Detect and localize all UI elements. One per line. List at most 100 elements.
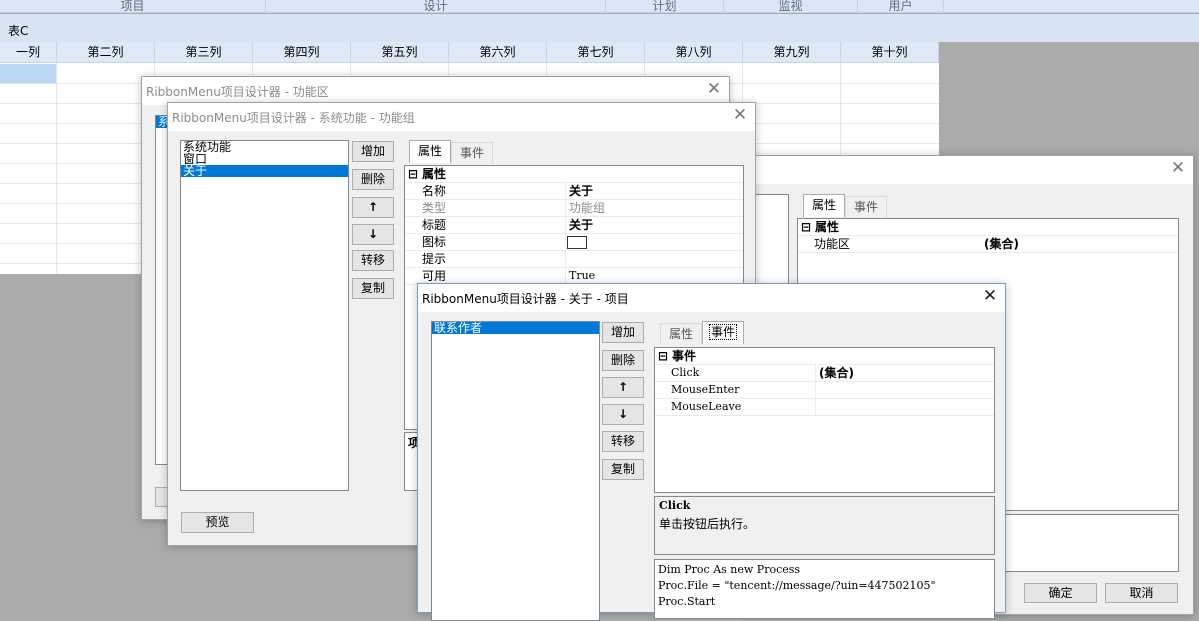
ribbon-group-user[interactable]: 用户 — [858, 0, 944, 13]
event-row[interactable]: MouseLeave — [655, 399, 994, 416]
group-listbox[interactable]: 系统功能 窗口 关于 — [180, 140, 349, 491]
move-down-button[interactable]: ↓ — [602, 404, 644, 425]
delete-button[interactable]: 删除 — [352, 169, 394, 190]
property-category[interactable]: ⊟ 属性 — [405, 166, 743, 183]
window-titlebar[interactable]: RibbonMenu项目设计器 - 系统功能 - 功能组 ✕ — [168, 103, 755, 131]
icon-preview-swatch[interactable] — [567, 236, 587, 249]
tab-events[interactable]: 事件 — [845, 196, 887, 218]
selected-cell[interactable] — [0, 64, 56, 83]
column-divider — [815, 365, 816, 416]
tab-events-label: 事件 — [708, 324, 737, 340]
property-row[interactable]: 功能区 (集合) — [798, 236, 1178, 253]
copy-button[interactable]: 复制 — [602, 459, 644, 480]
add-button[interactable]: 增加 — [352, 141, 394, 162]
property-name: 标题 — [422, 218, 447, 232]
property-row[interactable]: 标题 关于 — [405, 217, 743, 234]
code-line[interactable]: Dim Proc As new Process — [658, 562, 800, 578]
column-header[interactable]: 第四列 — [253, 42, 351, 63]
property-value[interactable]: 关于 — [569, 217, 593, 233]
tab-events[interactable]: 事件 — [702, 321, 744, 344]
description-text: 单击按钮后执行。 — [659, 517, 756, 531]
column-header[interactable]: 第五列 — [351, 42, 449, 63]
event-value[interactable]: (集合) — [819, 365, 854, 381]
event-name: Click — [671, 366, 700, 379]
property-name: 可用 — [422, 269, 447, 283]
property-value[interactable]: (集合) — [984, 236, 1019, 252]
event-row[interactable]: Click (集合) — [655, 365, 994, 382]
sheet-tab[interactable]: 表C — [8, 22, 28, 39]
column-header[interactable]: 第十列 — [841, 42, 939, 63]
list-item-selected[interactable]: 关于 — [181, 165, 348, 177]
window-titlebar[interactable]: ✕ — [741, 156, 1193, 184]
column-header[interactable]: 第九列 — [743, 42, 841, 63]
column-header[interactable]: 第三列 — [155, 42, 253, 63]
tab-properties[interactable]: 属性 — [409, 140, 451, 163]
item-designer-window[interactable]: RibbonMenu项目设计器 - 关于 - 项目 ✕ 联系作者 增加 删除 ↑… — [417, 283, 1006, 621]
code-line[interactable]: Proc.Start — [658, 594, 715, 610]
ribbon-group-strip: 项目 设计 计划 监视 用户 — [0, 0, 1199, 13]
code-line[interactable]: Proc.File = "tencent://message/?uin=4475… — [658, 578, 936, 594]
collapse-icon[interactable]: ⊟ — [408, 166, 418, 182]
property-name: 提示 — [422, 252, 447, 266]
property-name: 类型 — [422, 201, 447, 215]
delete-button[interactable]: 删除 — [602, 350, 644, 371]
ok-button[interactable]: 确定 — [1024, 583, 1097, 603]
property-name: 图标 — [422, 235, 447, 249]
property-value[interactable]: 关于 — [569, 183, 593, 199]
window-titlebar[interactable]: RibbonMenu项目设计器 - 关于 - 项目 ✕ — [418, 284, 1005, 312]
move-up-button[interactable]: ↑ — [602, 377, 644, 398]
transfer-button[interactable]: 转移 — [352, 250, 394, 271]
sheet-tab-bar: 表C — [0, 14, 1199, 42]
move-down-button[interactable]: ↓ — [352, 224, 394, 245]
grid-line — [56, 63, 57, 274]
ribbon-group-design[interactable]: 设计 — [266, 0, 606, 13]
tab-properties[interactable]: 属性 — [660, 323, 702, 345]
copy-button[interactable]: 复制 — [352, 278, 394, 299]
property-row[interactable]: 名称 关于 — [405, 183, 743, 200]
ribbon-group-project[interactable]: 项目 — [0, 0, 266, 13]
ribbon-group-plan[interactable]: 计划 — [606, 0, 724, 13]
category-label: 属性 — [815, 220, 840, 234]
property-name: 功能区 — [814, 237, 851, 251]
column-header[interactable]: 第六列 — [449, 42, 547, 63]
preview-button[interactable]: 预览 — [181, 512, 254, 533]
property-row[interactable]: 图标 — [405, 234, 743, 251]
ribbon-group-monitor[interactable]: 监视 — [724, 0, 858, 13]
window-titlebar[interactable]: RibbonMenu项目设计器 - 功能区 ✕ — [142, 77, 729, 105]
event-grid[interactable]: ⊟ 事件 Click (集合) MouseEnter MouseLeave — [654, 347, 995, 493]
collapse-icon[interactable]: ⊟ — [801, 219, 811, 235]
property-category[interactable]: ⊟ 属性 — [798, 219, 1178, 236]
code-editor[interactable]: Dim Proc As new Process Proc.File = "ten… — [654, 559, 995, 619]
window-title: RibbonMenu项目设计器 - 功能区 — [146, 85, 329, 99]
column-header[interactable]: 第七列 — [547, 42, 645, 63]
transfer-button[interactable]: 转移 — [602, 431, 644, 452]
column-header[interactable]: 一列 — [0, 42, 57, 63]
property-row[interactable]: 提示 — [405, 251, 743, 268]
list-item-selected[interactable]: 联系作者 — [432, 322, 599, 334]
column-divider — [565, 183, 566, 285]
event-row[interactable]: MouseEnter — [655, 382, 994, 399]
close-icon[interactable]: ✕ — [981, 288, 999, 306]
description-panel: Click 单击按钮后执行。 — [654, 496, 995, 555]
event-name: MouseEnter — [671, 383, 740, 396]
property-name: 名称 — [422, 184, 447, 198]
column-header[interactable]: 第二列 — [57, 42, 155, 63]
collapse-icon[interactable]: ⊟ — [658, 348, 668, 364]
cancel-button[interactable]: 取消 — [1105, 583, 1178, 603]
window-title: RibbonMenu项目设计器 - 关于 - 项目 — [422, 292, 629, 306]
close-icon[interactable]: ✕ — [1169, 160, 1187, 178]
column-header[interactable]: 第八列 — [645, 42, 743, 63]
category-label: 事件 — [672, 349, 697, 363]
close-icon[interactable]: ✕ — [705, 81, 723, 99]
window-title: RibbonMenu项目设计器 - 系统功能 - 功能组 — [172, 111, 415, 125]
event-name: MouseLeave — [671, 400, 742, 413]
close-icon[interactable]: ✕ — [731, 107, 749, 125]
tab-properties[interactable]: 属性 — [803, 194, 845, 217]
move-up-button[interactable]: ↑ — [352, 197, 394, 218]
item-listbox[interactable]: 联系作者 — [431, 321, 600, 621]
property-value[interactable]: True — [569, 268, 595, 284]
property-row[interactable]: 类型 功能组 — [405, 200, 743, 217]
event-category[interactable]: ⊟ 事件 — [655, 348, 994, 365]
tab-events[interactable]: 事件 — [451, 142, 493, 164]
add-button[interactable]: 增加 — [602, 322, 644, 343]
